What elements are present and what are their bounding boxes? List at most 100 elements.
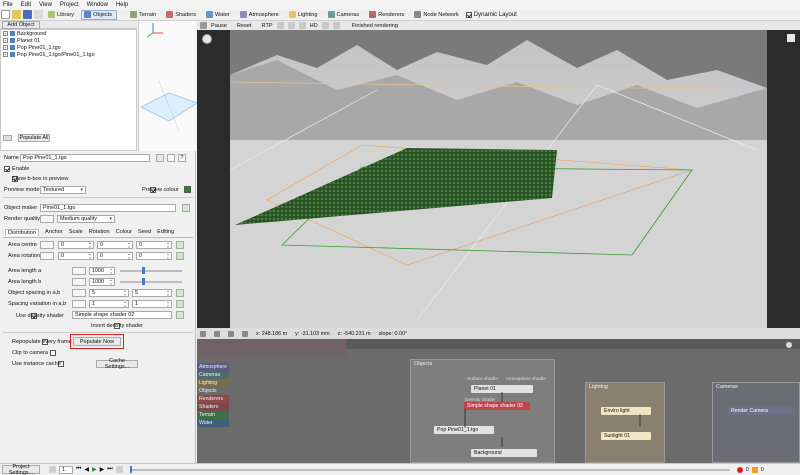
tab-shaders[interactable]: Shaders: [163, 10, 201, 20]
menu-file[interactable]: File: [3, 2, 13, 8]
tab-cameras[interactable]: Cameras: [325, 10, 365, 20]
play-icon[interactable]: ▶: [92, 466, 97, 473]
viewport-tool-icon[interactable]: [214, 330, 220, 337]
tree-item-background[interactable]: + Background: [1, 30, 136, 37]
expand-icon[interactable]: +: [3, 38, 8, 43]
area-centre-mode-icon[interactable]: [40, 241, 54, 249]
tab-atmosphere[interactable]: Atmosphere: [237, 10, 284, 20]
add-node-icon[interactable]: [176, 252, 184, 260]
options-icon[interactable]: [3, 135, 12, 141]
menu-window[interactable]: Window: [87, 2, 108, 8]
undo-icon[interactable]: [34, 10, 43, 19]
timeline-thumb[interactable]: [129, 465, 132, 473]
render-option-icon[interactable]: [298, 22, 306, 29]
pause-icon[interactable]: [200, 22, 207, 29]
tab-water[interactable]: Water: [203, 10, 235, 20]
subtab-colour[interactable]: Colour: [116, 229, 132, 236]
object-maker-field[interactable]: Pine01_1.tgo: [40, 204, 176, 212]
first-frame-icon[interactable]: ⏮: [76, 466, 81, 473]
next-frame-icon[interactable]: ▶: [100, 466, 105, 473]
tree-item-pop-pine[interactable]: + Pop Pine01_1.tgo: [1, 44, 136, 51]
preview-mode-dropdown[interactable]: Textured: [40, 186, 86, 194]
new-project-icon[interactable]: [1, 10, 10, 19]
viewport-tool-icon[interactable]: [200, 330, 206, 337]
reset-button[interactable]: Reset: [237, 23, 252, 29]
frame-mode-icon[interactable]: [49, 466, 56, 473]
camera-nav-icon[interactable]: [202, 34, 212, 44]
add-node-icon[interactable]: [176, 289, 184, 297]
clip-camera-checkbox[interactable]: [50, 350, 57, 356]
viewport-tool-icon[interactable]: [242, 330, 248, 337]
render-option-icon[interactable]: [276, 22, 284, 29]
tab-objects[interactable]: Objects: [81, 9, 118, 20]
open-project-icon[interactable]: [12, 10, 21, 19]
area-centre-x[interactable]: 0: [58, 241, 94, 249]
render-option-icon[interactable]: [321, 22, 329, 29]
tab-lighting[interactable]: Lighting: [286, 10, 323, 20]
spacing-variation-b[interactable]: 1: [132, 300, 172, 308]
tab-renderers[interactable]: Renderers: [366, 10, 409, 20]
spacing-variation-mode-icon[interactable]: [72, 300, 86, 308]
area-length-b-mode-icon[interactable]: [72, 278, 86, 286]
subtab-seed[interactable]: Seed: [138, 229, 151, 236]
menu-view[interactable]: View: [39, 2, 52, 8]
populate-now-button[interactable]: Populate Now: [73, 337, 121, 346]
viewport-corner-icon[interactable]: [787, 34, 795, 42]
pause-button[interactable]: Pause: [211, 23, 227, 29]
frame-field[interactable]: 1: [59, 465, 73, 474]
tab-library[interactable]: Library: [45, 10, 79, 20]
tab-terrain[interactable]: Terrain: [127, 10, 161, 20]
area-length-b-field[interactable]: 1000: [89, 278, 115, 286]
area-length-a-mode-icon[interactable]: [72, 267, 86, 275]
menu-edit[interactable]: Edit: [21, 2, 31, 8]
menu-help[interactable]: Help: [116, 2, 128, 8]
object-spacing-b[interactable]: 5: [132, 289, 172, 297]
area-length-b-slider-track[interactable]: [120, 281, 182, 283]
area-rotation-x[interactable]: 0: [58, 252, 94, 260]
project-settings-button[interactable]: Project Settings...: [2, 464, 40, 475]
render-quality-dropdown[interactable]: Medium quality: [57, 215, 115, 223]
add-object-button[interactable]: Add Object: [2, 21, 40, 29]
subtab-anchor[interactable]: Anchor: [45, 229, 63, 236]
error-icon[interactable]: [736, 466, 743, 473]
add-node-icon[interactable]: [182, 204, 190, 212]
warning-icon[interactable]: [751, 466, 758, 473]
last-frame-icon[interactable]: ⏭: [107, 466, 112, 473]
node-list-icon[interactable]: [156, 154, 164, 162]
spacing-variation-a[interactable]: 1: [89, 300, 129, 308]
subtab-rotation[interactable]: Rotation: [89, 229, 110, 236]
area-length-a-slider-thumb[interactable]: [142, 267, 145, 274]
area-centre-z[interactable]: 0: [136, 241, 172, 249]
help-icon[interactable]: ?: [178, 154, 186, 162]
subtab-scale[interactable]: Scale: [69, 229, 83, 236]
render-viewport[interactable]: Pause Reset RTP HD Finished rendering x:…: [197, 21, 800, 339]
add-node-icon[interactable]: [176, 300, 184, 308]
render-option-icon[interactable]: [332, 22, 340, 29]
expand-icon[interactable]: +: [3, 52, 8, 57]
name-field[interactable]: Pop Pine01_1.tgo: [20, 154, 150, 162]
preview-colour-swatch[interactable]: [184, 186, 191, 193]
density-shader-field[interactable]: Simple shape shader 02: [72, 311, 172, 319]
area-rotation-z[interactable]: 0: [136, 252, 172, 260]
tab-node-network[interactable]: Node Network: [411, 10, 463, 20]
timeline-track[interactable]: [129, 465, 730, 473]
subtab-editing[interactable]: Editing: [157, 229, 174, 236]
add-node-icon[interactable]: [176, 311, 184, 319]
render-quality-mode-icon[interactable]: [40, 215, 54, 223]
menu-project[interactable]: Project: [60, 2, 79, 8]
prev-frame-icon[interactable]: ◀: [84, 466, 89, 473]
area-rotation-y[interactable]: 0: [97, 252, 133, 260]
hd-button[interactable]: HD: [310, 23, 318, 29]
expand-icon[interactable]: +: [3, 31, 8, 36]
area-length-a-slider-track[interactable]: [120, 270, 182, 272]
populate-all-button[interactable]: Populate All: [18, 134, 50, 142]
cache-settings-button[interactable]: Cache Settings...: [96, 358, 138, 370]
object-spacing-a[interactable]: 5: [89, 289, 129, 297]
area-rotation-mode-icon[interactable]: [40, 252, 54, 260]
collapse-icon[interactable]: [167, 154, 175, 162]
timeline-options-icon[interactable]: [115, 466, 123, 473]
save-project-icon[interactable]: [23, 10, 32, 19]
add-node-icon[interactable]: [176, 241, 184, 249]
object-spacing-mode-icon[interactable]: [72, 289, 86, 297]
tree-item-planet[interactable]: + Planet 01: [1, 37, 136, 44]
